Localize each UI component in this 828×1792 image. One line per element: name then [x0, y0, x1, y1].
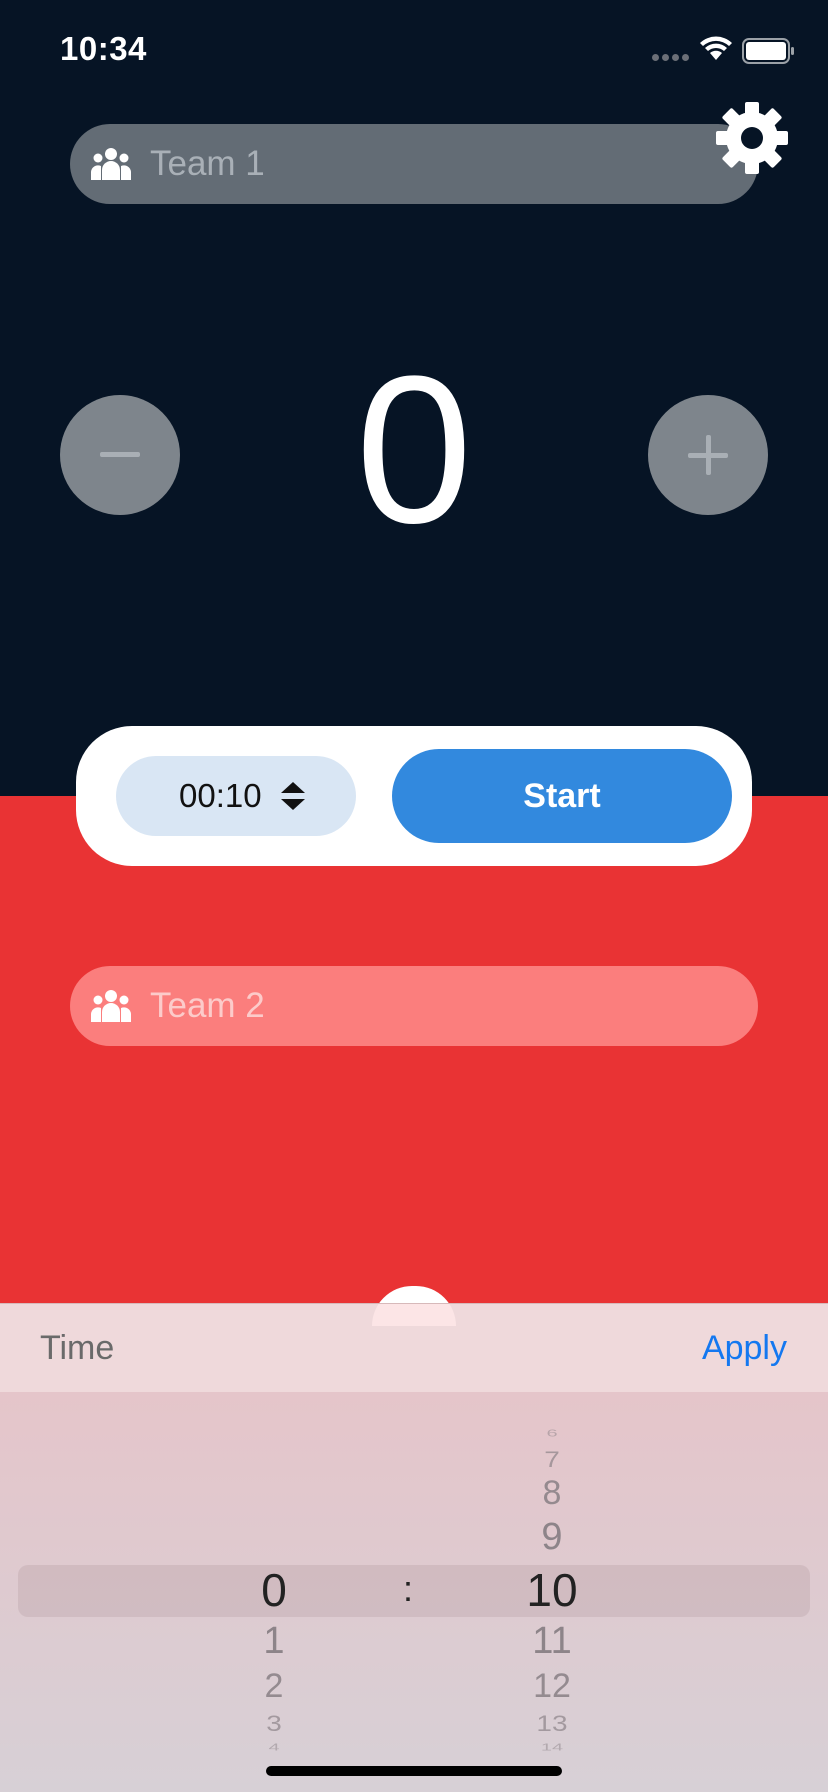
minutes-option[interactable]: 13 — [512, 1711, 592, 1737]
minutes-option[interactable]: 11 — [512, 1620, 592, 1663]
gear-icon[interactable] — [715, 101, 789, 175]
team1-score: 0 — [355, 332, 473, 567]
minutes-selected: 10 — [526, 1564, 578, 1616]
status-bar: 10:34 — [0, 0, 828, 100]
team2-name-field[interactable]: Team 2 — [70, 966, 758, 1046]
team2-name: Team 2 — [150, 986, 265, 1025]
hours-option[interactable]: 4 — [234, 1742, 314, 1754]
hours-selected: 0 — [261, 1564, 287, 1616]
increment-score-button[interactable] — [648, 395, 768, 515]
minutes-option[interactable]: 7 — [512, 1447, 592, 1473]
home-indicator — [266, 1766, 562, 1776]
hours-option[interactable]: 2 — [234, 1667, 314, 1706]
battery-icon — [742, 38, 794, 64]
wifi-icon — [700, 36, 732, 60]
team2-panel — [0, 796, 828, 1304]
cellular-signal-icon — [652, 54, 689, 61]
minutes-option[interactable]: 12 — [512, 1667, 592, 1706]
minutes-option[interactable]: 9 — [512, 1516, 592, 1559]
status-time: 10:34 — [60, 30, 147, 67]
up-down-chevron-icon — [280, 782, 305, 810]
minutes-wheel[interactable]: 6 7 8 9 10 11 12 13 14 — [512, 1392, 592, 1792]
time-selector[interactable]: 00:10 — [116, 756, 356, 836]
minutes-option[interactable]: 8 — [512, 1474, 592, 1513]
picker-title: Time — [40, 1329, 115, 1367]
hours-option[interactable]: 3 — [234, 1711, 314, 1737]
picker-selection-band — [18, 1565, 810, 1617]
time-value: 00:10 — [179, 777, 262, 814]
team1-name: Team 1 — [150, 144, 265, 183]
start-button[interactable]: Start — [392, 749, 732, 843]
decrement-score-button[interactable] — [60, 395, 180, 515]
minutes-option[interactable]: 6 — [512, 1428, 592, 1440]
plus-icon — [688, 435, 728, 475]
apply-button[interactable]: Apply — [702, 1329, 787, 1368]
people-icon — [91, 148, 131, 180]
minutes-option[interactable]: 14 — [512, 1742, 592, 1754]
people-icon — [91, 990, 131, 1022]
picker-separator: : — [403, 1568, 414, 1609]
hours-option[interactable]: 1 — [234, 1620, 314, 1663]
time-picker[interactable]: : 0 1 2 3 4 6 7 8 9 10 11 12 13 14 — [0, 1392, 828, 1792]
team1-name-field[interactable]: Team 1 — [70, 124, 758, 204]
minus-icon — [100, 452, 140, 457]
hours-wheel[interactable]: 0 1 2 3 4 — [234, 1392, 314, 1792]
timer-card: 00:10 Start — [76, 726, 752, 866]
picker-toolbar: Time Apply — [0, 1303, 828, 1392]
